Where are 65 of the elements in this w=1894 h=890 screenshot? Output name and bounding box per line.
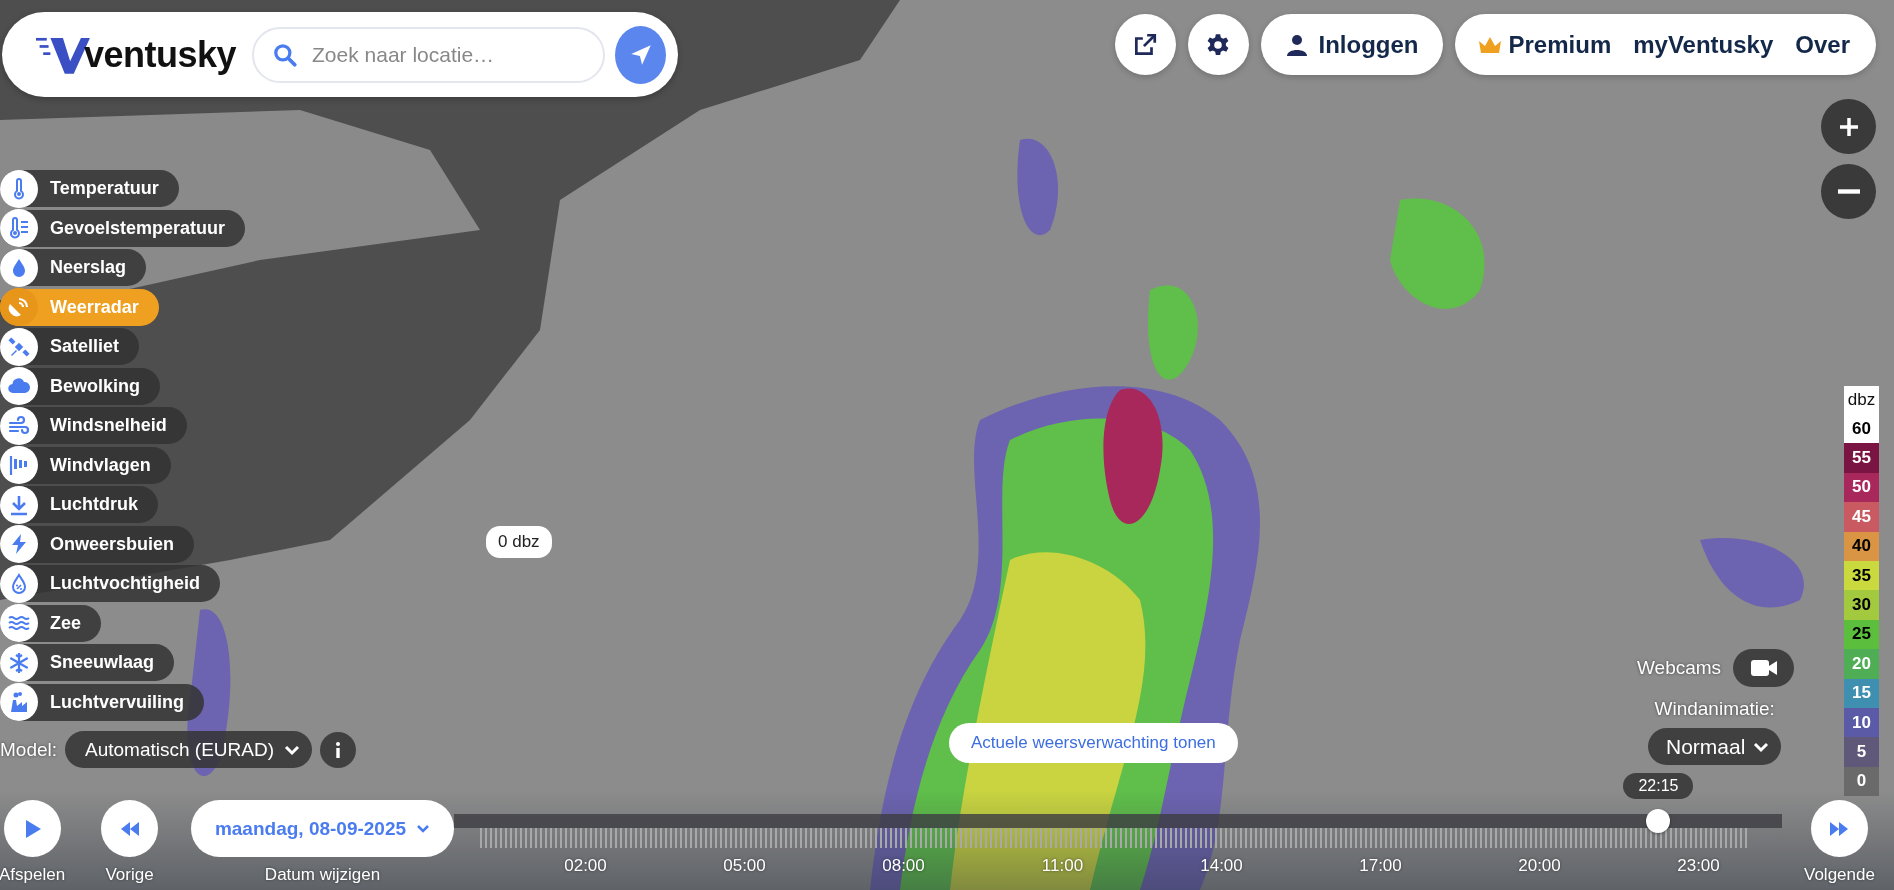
layer-button[interactable]: Luchtvervuiling bbox=[0, 683, 204, 721]
button-caption: Vorige bbox=[105, 865, 154, 885]
legend-step: 50 bbox=[1844, 472, 1879, 503]
layer-button[interactable]: Gevoelstemperatuur bbox=[0, 209, 246, 247]
login-button[interactable]: Inloggen bbox=[1260, 14, 1443, 75]
external-link-icon bbox=[1132, 31, 1159, 58]
minus-icon bbox=[1837, 189, 1860, 194]
nav-link[interactable]: myVentusky bbox=[1633, 30, 1774, 59]
time-label: 23:00 bbox=[1676, 856, 1721, 876]
locate-button[interactable] bbox=[615, 25, 666, 84]
legend-step: 30 bbox=[1844, 590, 1879, 620]
date-button[interactable]: maandag, 08-09-2025 bbox=[191, 800, 454, 857]
chevron-down-icon bbox=[1753, 740, 1770, 753]
nav-link[interactable]: Premium bbox=[1476, 30, 1612, 59]
model-label: Model: bbox=[0, 738, 58, 761]
legend-step: 60 bbox=[1844, 414, 1879, 444]
layer-button[interactable]: Neerslag bbox=[0, 249, 147, 286]
thermometer-icon bbox=[7, 216, 31, 240]
time-label: 08:00 bbox=[881, 856, 926, 876]
time-label: 11:00 bbox=[1040, 856, 1085, 876]
model-dropdown[interactable]: Automatisch (EURAD) bbox=[65, 731, 313, 768]
time-label: 17:00 bbox=[1358, 856, 1403, 876]
webcams-label: Webcams bbox=[1637, 657, 1722, 679]
video-camera-icon bbox=[1750, 659, 1777, 677]
snowflake-icon bbox=[7, 650, 31, 675]
legend-step: 20 bbox=[1844, 649, 1879, 679]
legend-step: 55 bbox=[1844, 443, 1879, 473]
chevron-down-icon bbox=[284, 743, 301, 756]
legend-step: 10 bbox=[1844, 707, 1879, 738]
info-icon bbox=[335, 740, 342, 759]
legend-unit: dbz bbox=[1844, 386, 1879, 414]
legend-step: 40 bbox=[1844, 531, 1879, 561]
wind-animation-dropdown[interactable]: Normaal bbox=[1648, 728, 1782, 765]
user-icon bbox=[1284, 32, 1309, 57]
legend-step: 0 bbox=[1844, 766, 1879, 797]
legend-step: 35 bbox=[1844, 560, 1879, 591]
legend-step: 25 bbox=[1844, 619, 1879, 650]
layer-button[interactable]: Sneeuwlaag bbox=[0, 644, 175, 681]
layer-button[interactable]: Luchtvochtigheid bbox=[0, 565, 220, 602]
search-field[interactable]: Zoek naar locatie… bbox=[252, 26, 605, 83]
legend-step: 15 bbox=[1844, 678, 1879, 708]
value-tooltip: 0 dbz bbox=[486, 526, 552, 558]
legend-step: 45 bbox=[1844, 502, 1879, 532]
time-label: 02:00 bbox=[563, 856, 608, 876]
layer-button[interactable]: Satelliet bbox=[0, 328, 140, 365]
nav-link[interactable]: Over bbox=[1795, 30, 1850, 59]
layer-button[interactable]: Onweersbuien bbox=[0, 525, 195, 563]
button-caption: Volgende bbox=[1804, 865, 1875, 885]
wind-animation-label: Windanimatie: bbox=[1654, 698, 1775, 720]
logo-text: ventusky bbox=[83, 33, 236, 76]
search-icon bbox=[272, 41, 298, 68]
layer-button[interactable]: Luchtdruk bbox=[0, 486, 158, 523]
satellite-dish-icon bbox=[7, 295, 31, 319]
time-label: 20:00 bbox=[1517, 856, 1562, 876]
button-caption: Datum wijzigen bbox=[264, 865, 381, 885]
time-label: 14:00 bbox=[1199, 856, 1244, 876]
time-label: 05:00 bbox=[722, 856, 767, 876]
time-tooltip: 22:15 bbox=[1623, 773, 1694, 799]
forecast-button[interactable]: Actuele weersverwachting tonen bbox=[949, 723, 1238, 763]
legend-step: 5 bbox=[1844, 737, 1879, 767]
layer-button[interactable]: Windsnelheid bbox=[0, 407, 187, 444]
layer-button[interactable]: Windvlagen bbox=[0, 446, 171, 484]
chevron-down-icon bbox=[416, 823, 431, 834]
layer-button[interactable]: Temperatuur bbox=[0, 170, 179, 207]
layer-button[interactable]: Bewolking bbox=[0, 367, 160, 405]
